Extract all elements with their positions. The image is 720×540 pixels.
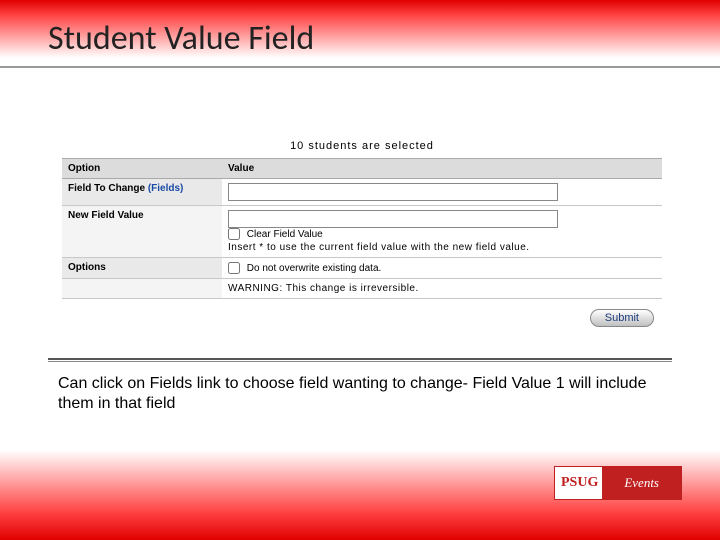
clear-field-value-checkbox[interactable]: [228, 228, 240, 240]
field-label-text: Field To Change: [68, 183, 145, 194]
row-options: Options Do not overwrite existing data.: [62, 258, 662, 279]
field-to-change-label: Field To Change (Fields): [62, 179, 222, 206]
fields-link[interactable]: (Fields): [148, 183, 184, 194]
header-row: Option Value: [62, 159, 662, 179]
row-warning: WARNING: This change is irreversible.: [62, 279, 662, 299]
overwrite-wrap[interactable]: Do not overwrite existing data.: [228, 263, 381, 274]
insert-hint: Insert * to use the current field value …: [228, 242, 656, 253]
logo-g: G: [587, 475, 598, 490]
overwrite-checkbox[interactable]: [228, 262, 240, 274]
submit-row: Submit: [62, 309, 662, 327]
caption-text: Can click on Fields link to choose field…: [58, 374, 658, 414]
clear-field-value-wrap[interactable]: Clear Field Value: [228, 229, 323, 240]
row-new-field-value: New Field Value Clear Field Value Insert…: [62, 206, 662, 258]
page-title: Student Value Field: [0, 0, 720, 59]
submit-button[interactable]: Submit: [590, 309, 654, 327]
new-field-value-input[interactable]: [228, 210, 558, 228]
header-value: Value: [222, 159, 662, 179]
form-table: Option Value Field To Change (Fields) Ne…: [62, 158, 662, 299]
overwrite-label: Do not overwrite existing data.: [247, 263, 382, 274]
title-underline: [0, 66, 720, 68]
selected-count-text: 10 students are selected: [62, 140, 662, 152]
field-to-change-input[interactable]: [228, 183, 558, 201]
field-to-change-cell: [222, 179, 662, 206]
warning-spacer: [62, 279, 222, 299]
header-option: Option: [62, 159, 222, 179]
warning-text: WARNING: This change is irreversible.: [222, 279, 662, 299]
new-field-value-label: New Field Value: [62, 206, 222, 258]
new-field-value-cell: Clear Field Value Insert * to use the cu…: [222, 206, 662, 258]
row-field-to-change: Field To Change (Fields): [62, 179, 662, 206]
options-cell: Do not overwrite existing data.: [222, 258, 662, 279]
logo-ps: PS: [561, 475, 577, 490]
psug-events-logo: PSUG Events: [554, 466, 682, 500]
form-area: 10 students are selected Option Value Fi…: [62, 140, 662, 327]
options-label: Options: [62, 258, 222, 279]
logo-u: U: [577, 475, 587, 490]
clear-field-value-label: Clear Field Value: [247, 229, 323, 240]
logo-right-text: Events: [602, 467, 681, 499]
logo-left-text: PSUG: [555, 475, 602, 491]
section-divider: [48, 358, 672, 362]
